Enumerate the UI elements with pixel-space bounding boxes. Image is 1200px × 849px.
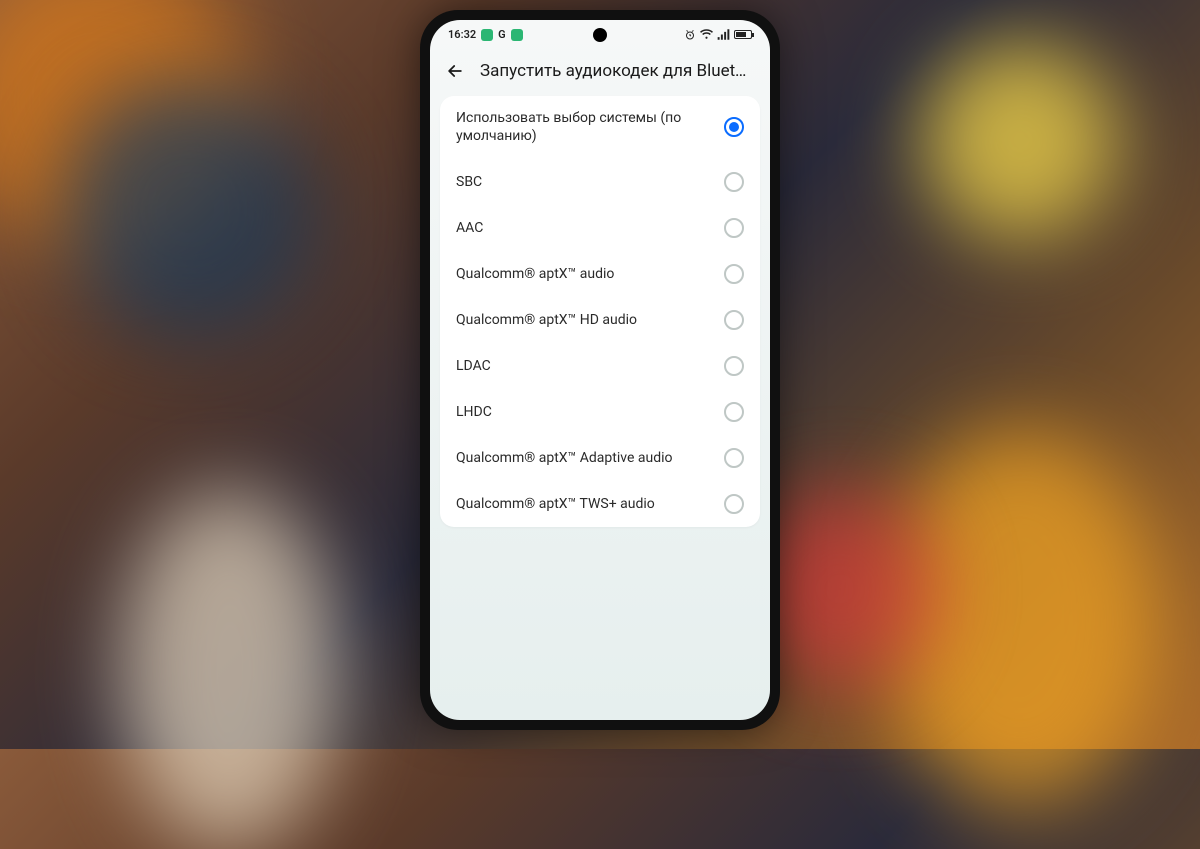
phone-frame: 16:32 G Запустить — [420, 10, 780, 730]
codec-options-card: Использовать выбор системы (по умолчанию… — [440, 96, 760, 528]
option-sbc[interactable]: SBC — [440, 159, 760, 205]
status-letter-g: G — [498, 28, 506, 41]
radio-icon — [724, 402, 744, 422]
radio-icon — [724, 172, 744, 192]
option-label: Qualcomm® aptX™ HD audio — [456, 311, 647, 330]
option-label: LHDC — [456, 403, 502, 422]
option-label: Использовать выбор системы (по умолчанию… — [456, 109, 724, 147]
option-aac[interactable]: AAC — [440, 205, 760, 251]
option-aptx-hd[interactable]: Qualcomm® aptX™ HD audio — [440, 297, 760, 343]
screen: 16:32 G Запустить — [430, 20, 770, 720]
option-label: Qualcomm® aptX™ TWS+ audio — [456, 495, 665, 514]
radio-icon — [724, 218, 744, 238]
option-label: LDAC — [456, 357, 501, 376]
option-label: SBC — [456, 173, 492, 192]
battery-icon — [734, 30, 752, 39]
status-square-1 — [481, 29, 493, 41]
option-label: AAC — [456, 219, 493, 238]
app-bar: Запустить аудиокодек для Blueto… — [430, 50, 770, 96]
radio-icon — [724, 117, 744, 137]
status-square-2 — [511, 29, 523, 41]
option-ldac[interactable]: LDAC — [440, 343, 760, 389]
signal-icon — [717, 29, 730, 40]
alarm-icon — [684, 29, 696, 41]
camera-notch — [593, 28, 607, 42]
option-label: Qualcomm® aptX™ Adaptive audio — [456, 449, 682, 468]
option-aptx-tws[interactable]: Qualcomm® aptX™ TWS+ audio — [440, 481, 760, 527]
wifi-icon — [700, 29, 713, 40]
radio-icon — [724, 310, 744, 330]
status-time: 16:32 — [448, 28, 476, 41]
option-lhdc[interactable]: LHDC — [440, 389, 760, 435]
page-title: Запустить аудиокодек для Blueto… — [480, 61, 756, 81]
radio-icon — [724, 264, 744, 284]
back-button[interactable] — [444, 60, 466, 82]
radio-icon — [724, 356, 744, 376]
option-label: Qualcomm® aptX™ audio — [456, 265, 624, 284]
radio-icon — [724, 448, 744, 468]
option-aptx[interactable]: Qualcomm® aptX™ audio — [440, 251, 760, 297]
option-system-default[interactable]: Использовать выбор системы (по умолчанию… — [440, 96, 760, 160]
radio-icon — [724, 494, 744, 514]
option-aptx-adaptive[interactable]: Qualcomm® aptX™ Adaptive audio — [440, 435, 760, 481]
